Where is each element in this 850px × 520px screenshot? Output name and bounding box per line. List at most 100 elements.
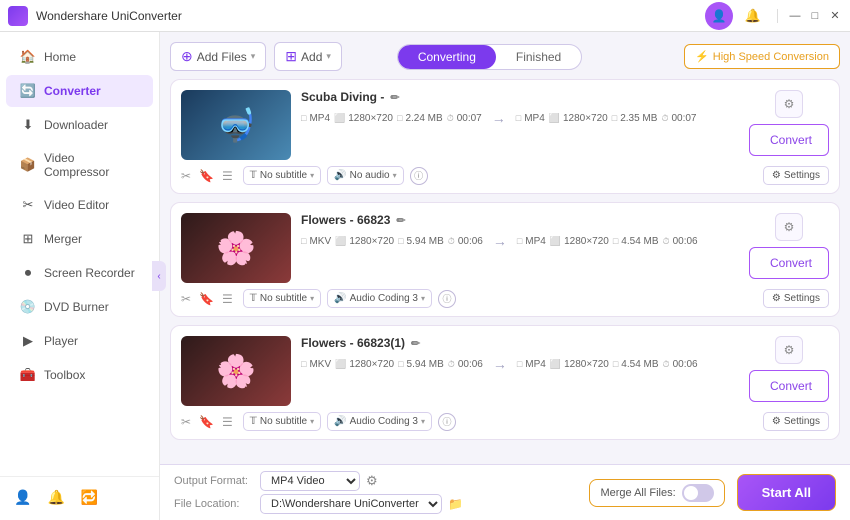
sidebar-item-dvd-burner[interactable]: 💿 DVD Burner <box>6 291 153 323</box>
sidebar-refresh-icon[interactable]: 🔁 <box>81 489 98 506</box>
sidebar-item-video-compressor[interactable]: 📦 Video Compressor <box>6 143 153 187</box>
audio-dropdown-1[interactable]: 🔊 No audio <box>327 166 404 185</box>
bottom-bar: Output Format: MP4 Video ⚙ File Location… <box>160 464 850 520</box>
card-bottom-1: ✂ 🔖 ☰ 𝕋 No subtitle 🔊 No audio ⓘ ⚙ <box>181 166 829 185</box>
output-settings-icon-1[interactable]: ⚙ <box>775 90 803 118</box>
sidebar-label-toolbox: Toolbox <box>44 368 85 382</box>
menu-tool-3[interactable]: ☰ <box>222 415 233 429</box>
downloader-icon: ⬇ <box>20 117 36 133</box>
minimize-button[interactable]: — <box>788 9 802 23</box>
sidebar-item-screen-recorder[interactable]: ⏺ Screen Recorder <box>6 257 153 289</box>
edit-icon-3[interactable]: ✏ <box>411 337 420 350</box>
file-meta-1: □ MP4 ⬜ 1280×720 □ 2.24 MB <box>301 110 739 126</box>
bell-icon[interactable]: 🔔 <box>739 2 767 30</box>
bottom-fields: Output Format: MP4 Video ⚙ File Location… <box>174 471 577 514</box>
subtitle-dropdown-1[interactable]: 𝕋 No subtitle <box>243 166 321 185</box>
card-actions-3: ⚙ Convert <box>749 336 829 402</box>
sidebar-profile-icon[interactable]: 👤 <box>14 489 31 506</box>
high-speed-button[interactable]: ⚡ High Speed Conversion <box>684 44 840 69</box>
cut-tool-1[interactable]: ✂ <box>181 169 191 183</box>
dst-size-1: □ 2.35 MB <box>612 113 658 124</box>
folder-icon[interactable]: 📁 <box>448 497 463 511</box>
subtitle-value-2: No subtitle <box>260 293 307 304</box>
thumbnail-1: 🤿 <box>181 90 291 160</box>
sidebar-label-player: Player <box>44 334 78 348</box>
clip-tool-2[interactable]: 🔖 <box>199 292 214 306</box>
sidebar-item-converter[interactable]: 🔄 Converter <box>6 75 153 107</box>
menu-tool-1[interactable]: ☰ <box>222 169 233 183</box>
file-location-select[interactable]: D:\Wondershare UniConverter <box>260 494 442 514</box>
audio-value-2: Audio Coding 3 <box>350 293 418 304</box>
add-files-label: Add Files <box>197 50 247 64</box>
merge-label: Merge All Files: <box>600 487 675 499</box>
add-files-button[interactable]: ⊕ Add Files ▾ <box>170 42 266 71</box>
settings-button-3[interactable]: ⚙ Settings <box>763 412 829 431</box>
edit-icon-1[interactable]: ✏ <box>390 91 399 104</box>
output-format-field: Output Format: MP4 Video ⚙ <box>174 471 577 491</box>
thumb-content-2: 🌸 <box>216 229 256 267</box>
add-button[interactable]: ⊞ Add ▾ <box>274 42 342 71</box>
settings-icon-1: ⚙ <box>772 170 781 181</box>
player-icon: ▶ <box>20 333 36 349</box>
maximize-button[interactable]: □ <box>808 9 822 23</box>
sidebar-item-video-editor[interactable]: ✂ Video Editor <box>6 189 153 221</box>
sidebar-label-compressor: Video Compressor <box>44 151 139 179</box>
thumbnail-3: 🌸 <box>181 336 291 406</box>
close-button[interactable]: ✕ <box>828 9 842 23</box>
cut-tool-3[interactable]: ✂ <box>181 415 191 429</box>
tab-group: Converting Finished <box>397 44 582 70</box>
card-info-2: Flowers - 66823 ✏ □ MKV ⬜ 1280×720 <box>301 213 739 249</box>
clip-tool-1[interactable]: 🔖 <box>199 169 214 183</box>
file-card-3: 🌸 Flowers - 66823(1) ✏ □ MKV <box>170 325 840 440</box>
info-button-2[interactable]: ⓘ <box>438 290 456 308</box>
clip-tool-3[interactable]: 🔖 <box>199 415 214 429</box>
dst-format-1: □ MP4 <box>516 113 545 124</box>
convert-button-3[interactable]: Convert <box>749 370 829 402</box>
user-icon[interactable]: 👤 <box>705 2 733 30</box>
subtitle-dropdown-3[interactable]: 𝕋 No subtitle <box>243 412 321 431</box>
subtitle-dropdown-2[interactable]: 𝕋 No subtitle <box>243 289 321 308</box>
dur-icon-1: ⏱ <box>447 113 454 124</box>
info-button-1[interactable]: ⓘ <box>410 167 428 185</box>
output-settings-icon-2[interactable]: ⚙ <box>775 213 803 241</box>
menu-tool-2[interactable]: ☰ <box>222 292 233 306</box>
speed-label: High Speed Conversion <box>713 51 829 63</box>
sidebar-bell-icon[interactable]: 🔔 <box>47 489 64 506</box>
audio-dropdown-3[interactable]: 🔊 Audio Coding 3 <box>327 412 432 431</box>
dst-res-1: ⬜ 1280×720 <box>549 113 608 124</box>
converter-icon: 🔄 <box>20 83 36 99</box>
card-title-1: Scuba Diving - ✏ <box>301 90 739 104</box>
audio-dropdown-2[interactable]: 🔊 Audio Coding 3 <box>327 289 432 308</box>
settings-icon-2: ⚙ <box>772 293 781 304</box>
sidebar-item-downloader[interactable]: ⬇ Downloader <box>6 109 153 141</box>
sidebar-label-merger: Merger <box>44 232 82 246</box>
file-card-2: 🌸 Flowers - 66823 ✏ □ MKV <box>170 202 840 317</box>
sidebar-item-player[interactable]: ▶ Player <box>6 325 153 357</box>
start-all-button[interactable]: Start All <box>737 474 836 511</box>
sidebar-item-merger[interactable]: ⊞ Merger <box>6 223 153 255</box>
sidebar-item-home[interactable]: 🏠 Home <box>6 41 153 73</box>
window-controls: 👤 🔔 — □ ✕ <box>705 2 842 30</box>
cut-tool-2[interactable]: ✂ <box>181 292 191 306</box>
src-duration-1: ⏱ 00:07 <box>447 113 482 124</box>
tab-converting[interactable]: Converting <box>398 45 496 69</box>
convert-button-1[interactable]: Convert <box>749 124 829 156</box>
output-format-select[interactable]: MP4 Video <box>260 471 360 491</box>
sidebar-collapse-button[interactable]: ‹ <box>152 261 166 291</box>
info-button-3[interactable]: ⓘ <box>438 413 456 431</box>
sidebar-item-toolbox[interactable]: 🧰 Toolbox <box>6 359 153 391</box>
output-settings-icon-3[interactable]: ⚙ <box>775 336 803 364</box>
merge-toggle[interactable] <box>682 484 714 502</box>
thumb-content-1: 🤿 <box>216 106 256 144</box>
settings-button-1[interactable]: ⚙ Settings <box>763 166 829 185</box>
app-title: Wondershare UniConverter <box>36 9 705 23</box>
src-size-1: □ 2.24 MB <box>397 113 443 124</box>
sidebar-label-dvd: DVD Burner <box>44 300 109 314</box>
editor-icon: ✂ <box>20 197 36 213</box>
edit-icon-2[interactable]: ✏ <box>396 214 405 227</box>
sidebar: 🏠 Home 🔄 Converter ⬇ Downloader 📦 Video … <box>0 32 160 520</box>
settings-button-2[interactable]: ⚙ Settings <box>763 289 829 308</box>
output-format-gear[interactable]: ⚙ <box>366 473 378 489</box>
convert-button-2[interactable]: Convert <box>749 247 829 279</box>
tab-finished[interactable]: Finished <box>496 45 581 69</box>
